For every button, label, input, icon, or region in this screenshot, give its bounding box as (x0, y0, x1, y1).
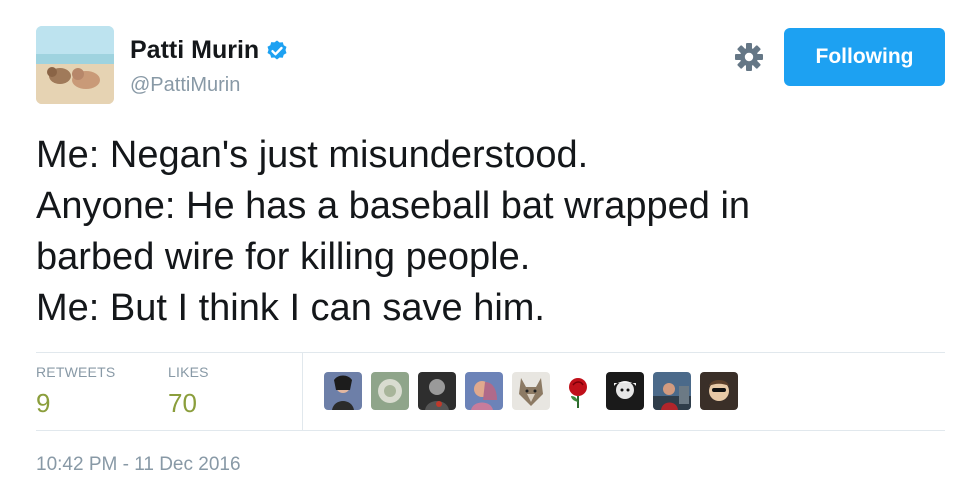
tweet-header: Patti Murin @PattiMurin Following (36, 26, 946, 106)
likes-stat[interactable]: LIKES 70 (168, 364, 209, 419)
likes-label: LIKES (168, 364, 209, 380)
liker-avatar[interactable] (653, 372, 691, 410)
following-button[interactable]: Following (784, 28, 945, 86)
liker-avatar-9-icon (700, 372, 738, 410)
liker-avatar[interactable] (700, 372, 738, 410)
liker-avatar[interactable] (512, 372, 550, 410)
stats-separator (302, 353, 303, 430)
liker-avatar-5-icon (512, 372, 550, 410)
liker-avatar[interactable] (465, 372, 503, 410)
liker-avatar[interactable] (606, 372, 644, 410)
gear-icon[interactable] (732, 40, 766, 74)
liker-avatar-8-icon (653, 372, 691, 410)
likes-count[interactable]: 70 (168, 388, 209, 419)
liker-avatar[interactable] (324, 372, 362, 410)
divider (36, 352, 945, 353)
author-name[interactable]: Patti Murin (130, 36, 259, 65)
tweet-line: Me: Negan's just misunderstood. (36, 134, 589, 176)
liker-avatar-2-icon (371, 372, 409, 410)
author-avatar[interactable] (36, 26, 114, 104)
liker-avatar[interactable] (371, 372, 409, 410)
retweets-label: RETWEETS (36, 364, 116, 380)
tweet-line: barbed wire for killing people. (36, 236, 531, 278)
liker-avatar-3-icon (418, 372, 456, 410)
liker-avatar-7-icon (606, 372, 644, 410)
liker-avatar-4-icon (465, 372, 503, 410)
liker-avatar[interactable] (559, 372, 597, 410)
tweet-text: Me: Negan's just misunderstood. Anyone: … (36, 130, 936, 334)
avatar-beach-pigs-icon (36, 26, 114, 104)
liker-avatar[interactable] (418, 372, 456, 410)
liker-avatar-1-icon (324, 372, 362, 410)
verified-badge-icon (267, 40, 287, 59)
divider (36, 430, 945, 431)
retweets-stat[interactable]: RETWEETS 9 (36, 364, 115, 419)
liker-avatars (324, 372, 738, 410)
tweet-line: Anyone: He has a baseball bat wrapped in (36, 185, 751, 227)
tweet-timestamp[interactable]: 10:42 PM - 11 Dec 2016 (36, 454, 241, 476)
author-name-row[interactable]: Patti Murin (130, 36, 289, 65)
retweets-count[interactable]: 9 (36, 388, 115, 419)
author-handle[interactable]: @PattiMurin (130, 74, 240, 97)
tweet-line: Me: But I think I can save him. (36, 287, 545, 329)
liker-avatar-6-icon (559, 372, 597, 410)
